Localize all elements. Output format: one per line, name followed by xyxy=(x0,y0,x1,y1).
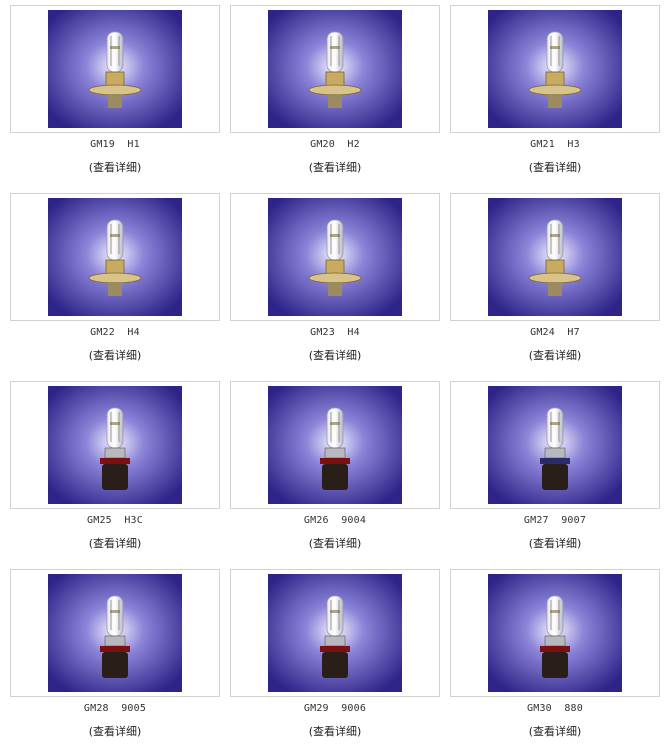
product-image-frame xyxy=(230,5,440,133)
product-image-frame xyxy=(10,5,220,133)
product-image-frame xyxy=(230,193,440,321)
product-image-frame xyxy=(10,381,220,509)
product-photo[interactable] xyxy=(48,574,182,692)
product-photo[interactable] xyxy=(488,198,622,316)
product-card: GM30 880 (查看详细) xyxy=(450,569,660,749)
view-details-link[interactable]: (查看详细) xyxy=(450,159,660,175)
product-grid: GM19 H1 (查看详细) GM20 H2 (查看详细) GM21 H3 (查看详细) G… xyxy=(0,0,668,744)
product-photo[interactable] xyxy=(268,574,402,692)
product-photo[interactable] xyxy=(48,198,182,316)
product-card: GM25 H3C (查看详细) xyxy=(10,381,220,561)
h3-halogen-bulb-icon xyxy=(488,10,622,128)
product-name: GM26 9004 xyxy=(303,515,367,526)
view-details-link[interactable]: (查看详细) xyxy=(450,723,660,739)
product-name: GM20 H2 xyxy=(310,139,360,150)
h7-halogen-bulb-icon xyxy=(488,198,622,316)
product-image-frame xyxy=(450,5,660,133)
h3c-halogen-bulb-icon xyxy=(48,386,182,504)
9007-halogen-bulb-icon xyxy=(488,386,622,504)
product-image-frame xyxy=(450,193,660,321)
product-card: GM23 H4 (查看详细) xyxy=(230,193,440,373)
view-details-link[interactable]: (查看详细) xyxy=(450,535,660,551)
product-image-frame xyxy=(230,569,440,697)
view-details-link[interactable]: (查看详细) xyxy=(10,159,220,175)
h1-halogen-bulb-icon xyxy=(48,10,182,128)
h2-halogen-bulb-icon xyxy=(268,10,402,128)
product-name: GM30 880 xyxy=(527,703,583,714)
view-details-link[interactable]: (查看详细) xyxy=(450,347,660,363)
view-details-link[interactable]: (查看详细) xyxy=(10,347,220,363)
product-photo[interactable] xyxy=(488,10,622,128)
product-image-frame xyxy=(10,569,220,697)
product-card: GM20 H2 (查看详细) xyxy=(230,5,440,185)
view-details-link[interactable]: (查看详细) xyxy=(10,535,220,551)
product-photo[interactable] xyxy=(268,10,402,128)
9004-halogen-bulb-icon xyxy=(268,386,402,504)
product-photo[interactable] xyxy=(48,386,182,504)
product-card: GM27 9007 (查看详细) xyxy=(450,381,660,561)
9006-halogen-bulb-icon xyxy=(268,574,402,692)
product-name: GM22 H4 xyxy=(90,327,140,338)
product-photo[interactable] xyxy=(488,386,622,504)
product-name: GM25 H3C xyxy=(87,515,143,526)
880-halogen-bulb-icon xyxy=(488,574,622,692)
view-details-link[interactable]: (查看详细) xyxy=(230,723,440,739)
product-name: GM24 H7 xyxy=(530,327,580,338)
product-name: GM19 H1 xyxy=(90,139,140,150)
view-details-link[interactable]: (查看详细) xyxy=(10,723,220,739)
view-details-link[interactable]: (查看详细) xyxy=(230,347,440,363)
product-card: GM28 9005 (查看详细) xyxy=(10,569,220,749)
h4-halogen-bulb-icon xyxy=(268,198,402,316)
product-photo[interactable] xyxy=(268,386,402,504)
product-photo[interactable] xyxy=(48,10,182,128)
product-image-frame xyxy=(450,569,660,697)
product-name: GM21 H3 xyxy=(530,139,580,150)
view-details-link[interactable]: (查看详细) xyxy=(230,535,440,551)
product-image-frame xyxy=(230,381,440,509)
view-details-link[interactable]: (查看详细) xyxy=(230,159,440,175)
product-card: GM24 H7 (查看详细) xyxy=(450,193,660,373)
h4-halogen-bulb-icon xyxy=(48,198,182,316)
product-photo[interactable] xyxy=(268,198,402,316)
product-name: GM23 H4 xyxy=(310,327,360,338)
product-name: GM29 9006 xyxy=(303,703,367,714)
product-photo[interactable] xyxy=(488,574,622,692)
product-card: GM29 9006 (查看详细) xyxy=(230,569,440,749)
9005-halogen-bulb-icon xyxy=(48,574,182,692)
product-image-frame xyxy=(450,381,660,509)
product-image-frame xyxy=(10,193,220,321)
product-card: GM26 9004 (查看详细) xyxy=(230,381,440,561)
product-name: GM28 9005 xyxy=(83,703,147,714)
product-card: GM19 H1 (查看详细) xyxy=(10,5,220,185)
product-card: GM21 H3 (查看详细) xyxy=(450,5,660,185)
product-name: GM27 9007 xyxy=(523,515,587,526)
product-card: GM22 H4 (查看详细) xyxy=(10,193,220,373)
